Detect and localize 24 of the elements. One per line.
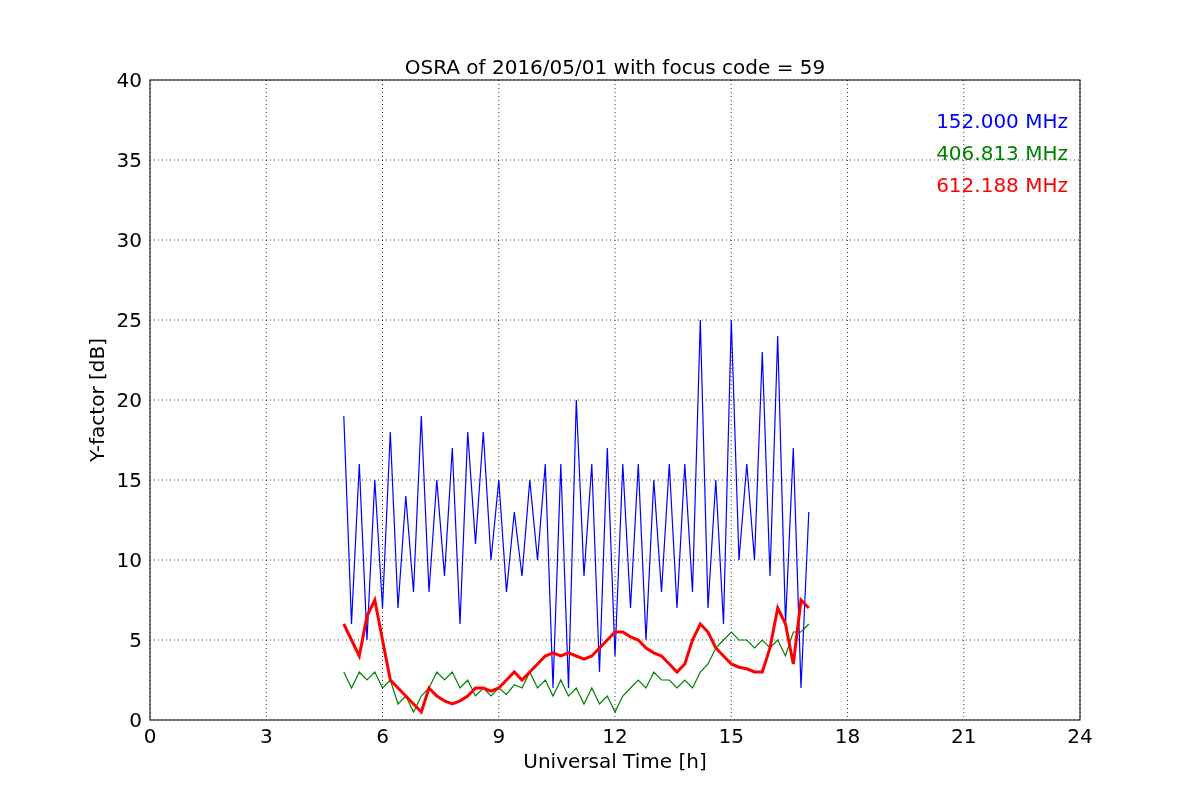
- x-tick-label: 3: [259, 724, 273, 748]
- y-tick-label: 0: [129, 708, 142, 732]
- x-tick-label: 6: [376, 724, 389, 748]
- x-tick-label: 0: [143, 724, 157, 748]
- y-tick-label: 10: [116, 548, 142, 572]
- x-tick-label: 18: [834, 724, 861, 748]
- x-tick-label: 21: [951, 724, 977, 748]
- chart-title: OSRA of 2016/05/01 with focus code = 59: [404, 55, 826, 79]
- y-tick-label: 30: [116, 228, 142, 252]
- x-tick-label: 9: [492, 724, 506, 748]
- legend-label: 612.188 MHz: [936, 173, 1068, 197]
- x-tick-label: 24: [1067, 724, 1093, 748]
- x-tick-label: 12: [602, 724, 628, 748]
- y-axis-label: Y-factor [dB]: [85, 338, 109, 462]
- y-tick-label: 5: [129, 628, 142, 652]
- legend-label: 406.813 MHz: [936, 141, 1068, 165]
- legend-label: 152.000 MHz: [936, 109, 1068, 133]
- y-tick-label: 35: [116, 148, 142, 172]
- y-tick-label: 25: [116, 308, 142, 332]
- x-tick-label: 15: [718, 724, 744, 748]
- y-tick-label: 15: [116, 468, 142, 492]
- y-tick-label: 20: [116, 388, 142, 412]
- y-tick-label: 40: [116, 68, 142, 92]
- x-axis-label: Universal Time [h]: [523, 749, 707, 773]
